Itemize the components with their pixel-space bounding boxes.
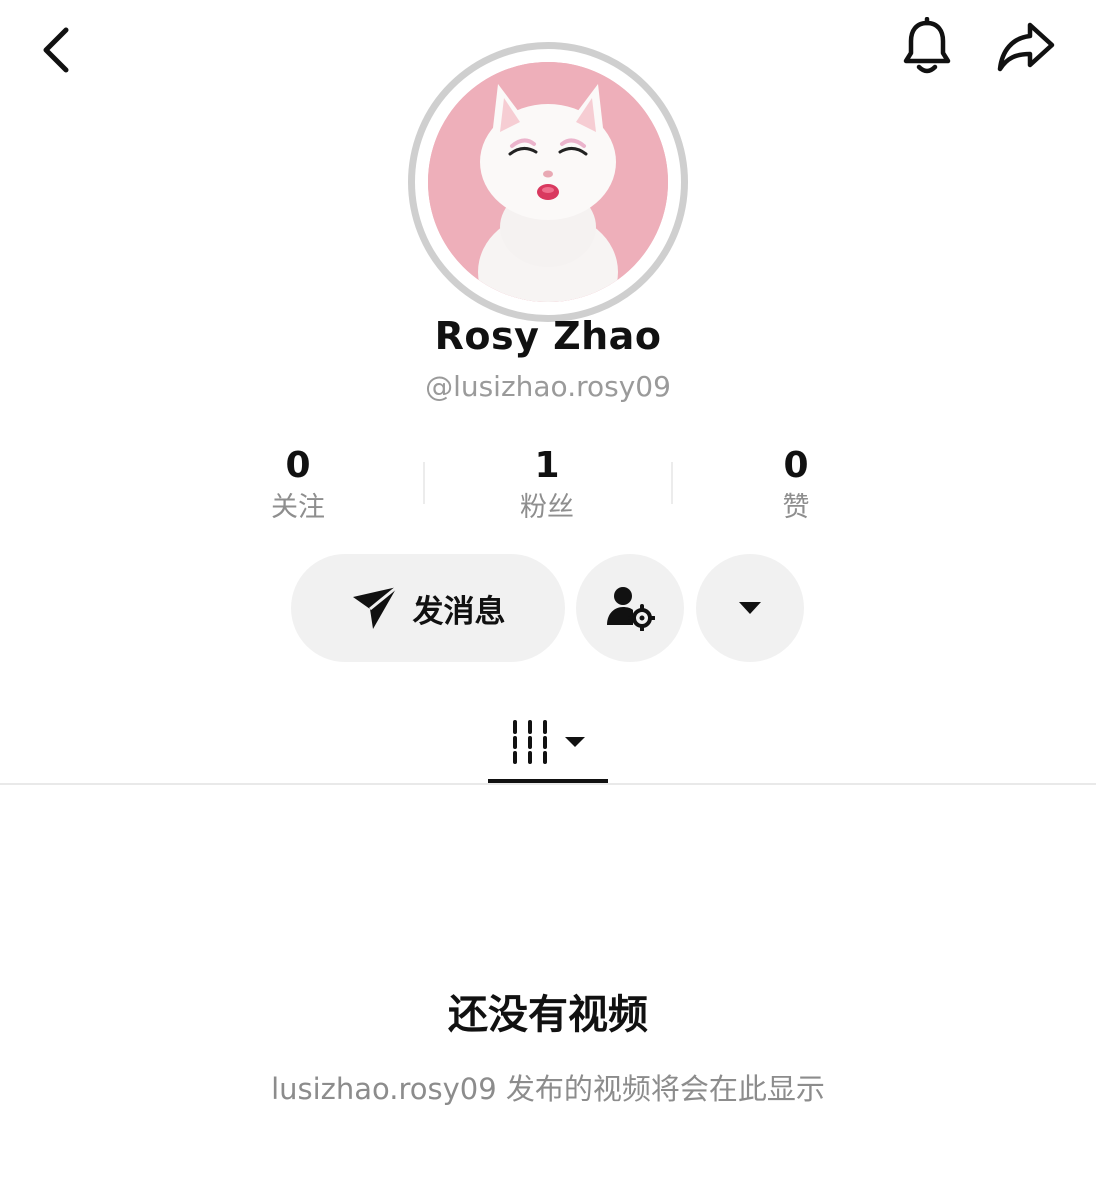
cat-avatar-illustration xyxy=(428,62,668,302)
tab-divider xyxy=(0,783,1096,785)
stat-divider xyxy=(423,462,425,504)
send-message-button[interactable]: 发消息 xyxy=(291,554,565,662)
avatar-image xyxy=(428,62,668,302)
stat-likes[interactable]: 0 赞 xyxy=(696,444,896,528)
share-button[interactable] xyxy=(990,14,1062,80)
display-name: Rosy Zhao xyxy=(434,314,662,358)
stat-label: 粉丝 xyxy=(520,492,574,523)
user-settings-button[interactable] xyxy=(576,554,684,662)
stat-divider xyxy=(671,462,673,504)
send-message-label: 发消息 xyxy=(412,593,506,630)
send-icon xyxy=(352,585,398,629)
empty-state-description: lusizhao.rosy09 发布的视频将会在此显示 xyxy=(271,1072,825,1106)
notification-button[interactable] xyxy=(894,14,960,80)
user-handle[interactable]: @lusizhao.rosy09 xyxy=(0,370,1096,403)
stat-following[interactable]: 0 关注 xyxy=(198,444,398,528)
tab-videos[interactable] xyxy=(488,700,608,784)
more-options-button[interactable] xyxy=(696,554,804,662)
caret-down-icon xyxy=(565,737,585,747)
video-grid-icon xyxy=(513,720,547,764)
stat-value: 0 xyxy=(285,445,311,486)
stat-followers[interactable]: 1 粉丝 xyxy=(447,444,647,528)
caret-down-icon xyxy=(739,602,761,614)
chevron-left-icon xyxy=(43,27,69,73)
stat-label: 赞 xyxy=(782,492,810,523)
back-button[interactable] xyxy=(24,18,88,82)
stat-value: 1 xyxy=(534,445,560,486)
bell-icon xyxy=(903,17,951,74)
user-settings-icon xyxy=(607,587,655,631)
share-arrow-icon xyxy=(997,22,1055,72)
stat-value: 0 xyxy=(783,445,809,486)
profile-page: Rosy Zhao @lusizhao.rosy09 0 关注 1 粉丝 0 赞… xyxy=(0,0,1096,1200)
empty-state-title: 还没有视频 xyxy=(448,992,648,1038)
avatar[interactable] xyxy=(408,42,688,322)
stat-label: 关注 xyxy=(271,492,325,523)
